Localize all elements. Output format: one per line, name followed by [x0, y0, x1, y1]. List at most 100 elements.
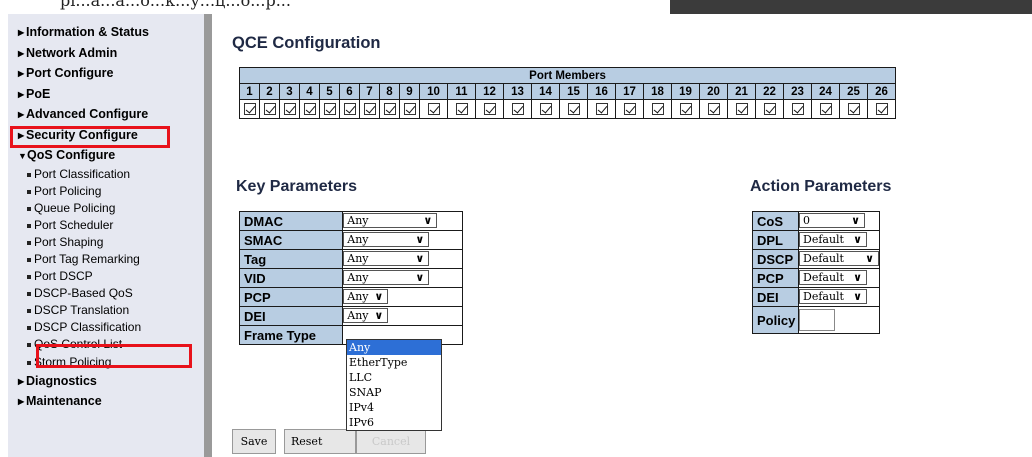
action-label: CoS: [752, 211, 799, 231]
frame-type-dropdown[interactable]: Any EtherType LLC SNAP IPv4 IPv6: [346, 339, 442, 431]
key-row-dei: DEI Any ∨: [238, 306, 463, 326]
action-pcp-select[interactable]: Default ∨: [799, 270, 867, 286]
smac-select[interactable]: Any ∨: [343, 232, 430, 248]
sidebar-item-maintenance[interactable]: ▶ Maintenance: [8, 391, 204, 412]
select-value: Any: [347, 271, 369, 285]
port-member-checkbox[interactable]: [651, 102, 664, 115]
dropdown-option-llc[interactable]: LLC: [347, 370, 441, 385]
sidebar-item-information-status[interactable]: ▶ Information & Status: [8, 22, 204, 43]
save-button[interactable]: Save: [232, 429, 276, 454]
dscp-select[interactable]: Default ∨: [799, 251, 879, 267]
dropdown-option-ethertype[interactable]: EtherType: [347, 355, 441, 370]
port-member-checkbox[interactable]: [427, 102, 440, 115]
port-member-cell: [447, 99, 476, 119]
dmac-select[interactable]: Any ∨: [343, 213, 438, 229]
action-value-cell: Default ∨: [798, 249, 880, 269]
port-member-checkbox[interactable]: [623, 102, 636, 115]
select-value: Any: [347, 252, 369, 266]
port-member-checkbox[interactable]: [483, 102, 496, 115]
port-member-checkbox[interactable]: [679, 102, 692, 115]
sidebar-item-label: Port Configure: [26, 66, 114, 80]
port-member-checkbox[interactable]: [875, 102, 888, 115]
chevron-down-icon: ∨: [415, 252, 425, 266]
reset-button[interactable]: Reset: [284, 429, 356, 454]
port-member-cell: [783, 99, 812, 119]
sub-item-port-dscp[interactable]: Port DSCP: [8, 268, 204, 285]
port-member-checkbox[interactable]: [707, 102, 720, 115]
port-member-checkbox[interactable]: [343, 102, 356, 115]
key-value-cell: Any ∨: [342, 249, 463, 269]
sidebar-item-label: Information & Status: [26, 25, 149, 39]
vid-select[interactable]: Any ∨: [343, 270, 430, 286]
dropdown-option-ipv6[interactable]: IPv6: [347, 415, 441, 430]
sidebar-item-diagnostics[interactable]: ▶ Diagnostics: [8, 371, 204, 392]
select-value: Any: [347, 233, 369, 247]
sub-item-port-scheduler[interactable]: Port Scheduler: [8, 217, 204, 234]
port-member-cell: [259, 99, 280, 119]
sidebar-item-qos-configure[interactable]: ▼QoS Configure: [8, 145, 204, 166]
dpl-select[interactable]: Default ∨: [799, 232, 867, 248]
sub-item-port-policing[interactable]: Port Policing: [8, 183, 204, 200]
port-member-checkbox[interactable]: [539, 102, 552, 115]
qos-submenu: Port Classification Port Policing Queue …: [8, 166, 204, 371]
port-member-checkbox[interactable]: [735, 102, 748, 115]
key-value-cell: Any ∨: [342, 268, 463, 288]
sidebar-item-port-configure[interactable]: ▶ Port Configure: [8, 63, 204, 84]
sub-item-label: Queue Policing: [34, 200, 116, 215]
dropdown-option-ipv4[interactable]: IPv4: [347, 400, 441, 415]
port-member-checkbox[interactable]: [283, 102, 296, 115]
triangle-right-icon: ▶: [18, 110, 25, 119]
port-number-header: 6: [339, 83, 360, 100]
dropdown-option-any[interactable]: Any: [347, 340, 441, 355]
cos-select[interactable]: 0 ∨: [799, 213, 865, 229]
pcp-select[interactable]: Any ∨: [343, 289, 389, 305]
port-member-checkbox[interactable]: [847, 102, 860, 115]
action-dei-select[interactable]: Default ∨: [799, 289, 867, 305]
policy-input[interactable]: [799, 309, 835, 331]
sub-item-port-classification[interactable]: Port Classification: [8, 166, 204, 183]
sub-item-label: Port DSCP: [34, 269, 93, 284]
port-member-checkbox[interactable]: [791, 102, 804, 115]
action-row-dscp: DSCP Default ∨: [752, 249, 880, 269]
dei-select[interactable]: Any ∨: [343, 308, 389, 324]
port-member-checkbox[interactable]: [819, 102, 832, 115]
port-member-checkbox[interactable]: [323, 102, 336, 115]
port-member-checkbox[interactable]: [383, 102, 396, 115]
sidebar-item-network-admin[interactable]: ▶ Network Admin: [8, 43, 204, 64]
port-number-header: 8: [379, 83, 400, 100]
port-member-checkbox[interactable]: [303, 102, 316, 115]
key-label: DEI: [238, 306, 344, 326]
chevron-down-icon: ∨: [865, 252, 874, 266]
port-member-checkbox[interactable]: [763, 102, 776, 115]
qos-submenu-container: Port Classification Port Policing Queue …: [8, 166, 204, 371]
port-member-checkbox[interactable]: [511, 102, 524, 115]
sub-item-dscp-translation[interactable]: DSCP Translation: [8, 302, 204, 319]
port-member-checkbox[interactable]: [243, 102, 256, 115]
sidebar-item-advanced-configure[interactable]: ▶ Advanced Configure: [8, 104, 204, 125]
sub-item-port-shaping[interactable]: Port Shaping: [8, 234, 204, 251]
cancel-button[interactable]: Cancel: [356, 429, 426, 454]
dropdown-option-snap[interactable]: SNAP: [347, 385, 441, 400]
sub-item-dscp-based-qos[interactable]: DSCP-Based QoS: [8, 285, 204, 302]
action-row-dpl: DPL Default ∨: [752, 230, 880, 250]
sidebar-item-poe[interactable]: ▶ PoE: [8, 84, 204, 105]
sub-item-port-tag-remarking[interactable]: Port Tag Remarking: [8, 251, 204, 268]
port-member-checkbox[interactable]: [263, 102, 276, 115]
key-label: SMAC: [238, 230, 344, 250]
port-member-checkbox[interactable]: [455, 102, 468, 115]
tag-select[interactable]: Any ∨: [343, 251, 430, 267]
port-member-cell: [239, 99, 260, 119]
port-number-header: 12: [475, 83, 504, 100]
triangle-right-icon: ▶: [18, 376, 25, 386]
key-value-cell: Any ∨: [342, 230, 463, 250]
port-member-checkbox[interactable]: [567, 102, 580, 115]
sub-item-queue-policing[interactable]: Queue Policing: [8, 200, 204, 217]
port-member-checkbox[interactable]: [363, 102, 376, 115]
sub-item-dscp-classification[interactable]: DSCP Classification: [8, 319, 204, 336]
port-member-checkbox[interactable]: [595, 102, 608, 115]
port-member-checkbox[interactable]: [403, 102, 416, 115]
chevron-down-icon: ∨: [374, 290, 384, 304]
sidebar-item-label: QoS Configure: [27, 148, 116, 162]
action-value-cell: Default ∨: [798, 268, 880, 288]
port-members-table: Port Members 1 2 3 4 5 6 7 8 9 10 11 12 13 14 15 16 17 18…: [239, 67, 896, 119]
